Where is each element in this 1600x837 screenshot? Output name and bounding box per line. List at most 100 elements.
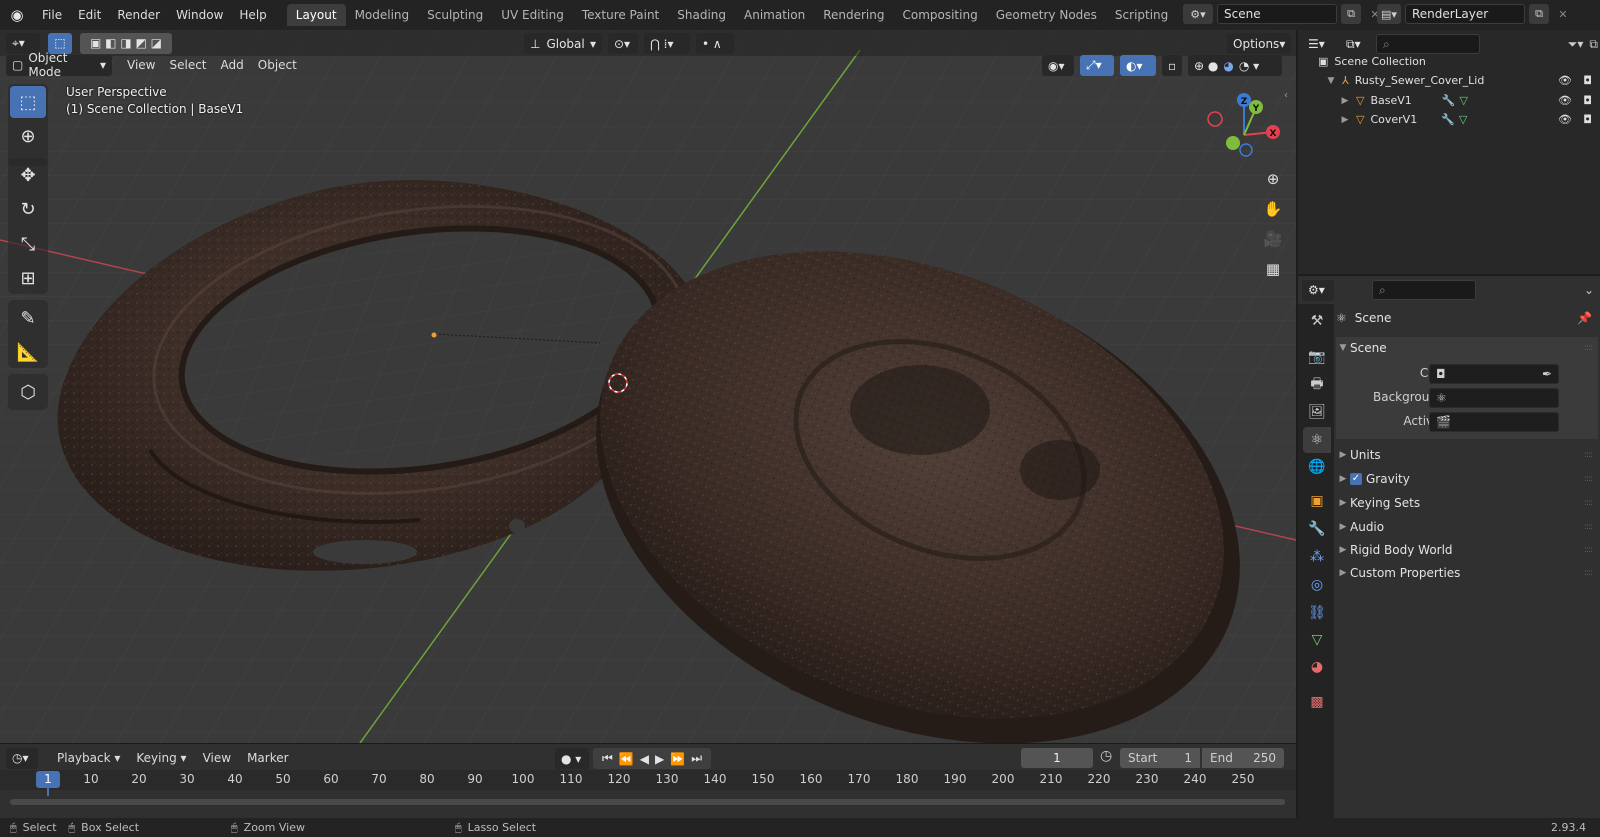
cursor-tool-icon[interactable]: ⊕ xyxy=(10,120,46,152)
view-layer-tab-icon[interactable]: 🖼 xyxy=(1303,399,1331,425)
new-view-layer-icon[interactable]: ⧉ xyxy=(1529,4,1549,24)
properties-search-input[interactable]: ⌕ xyxy=(1372,280,1476,300)
expand-arrow-icon[interactable]: ▼ xyxy=(1324,76,1338,86)
start-frame-field[interactable]: Start 1 xyxy=(1120,748,1200,768)
next-key-icon[interactable]: ⏩ xyxy=(670,752,685,766)
timeline-editor-type-icon[interactable]: ◷▾ xyxy=(6,747,38,769)
jump-start-icon[interactable]: ⏮ xyxy=(602,751,613,766)
constraints-tab-icon[interactable]: ⛓ xyxy=(1303,600,1331,626)
prev-key-icon[interactable]: ⏪ xyxy=(619,752,634,766)
xray-toggle-icon[interactable]: ▫ xyxy=(1162,55,1182,76)
panel-scene-header[interactable]: ▼ Scene :::: xyxy=(1336,337,1598,359)
mesh-data-icon[interactable]: ▽ xyxy=(1459,94,1467,107)
blender-logo-icon[interactable]: ◉ xyxy=(0,0,34,30)
scene-tab-icon[interactable]: ⚛ xyxy=(1303,427,1331,453)
transform-tool-icon[interactable]: ⊞ xyxy=(10,262,46,294)
jump-end-icon[interactable]: ⏭ xyxy=(691,751,702,766)
rotate-tool-icon[interactable]: ↻ xyxy=(10,193,46,225)
menu-file[interactable]: File xyxy=(34,0,70,30)
tab-geometry-nodes[interactable]: Geometry Nodes xyxy=(987,4,1106,26)
timeline-scrollbar[interactable] xyxy=(10,799,1285,805)
snap-icon[interactable]: ⋂ ⁞▾ xyxy=(644,33,690,54)
visibility-icon[interactable]: ◉▾ xyxy=(1042,55,1074,76)
use-preview-range-icon[interactable]: ◷ xyxy=(1100,748,1112,764)
timeline-menu-playback[interactable]: Playback ▾ xyxy=(50,751,127,765)
tab-sculpting[interactable]: Sculpting xyxy=(418,4,492,26)
tab-texture-paint[interactable]: Texture Paint xyxy=(573,4,668,26)
tab-shading[interactable]: Shading xyxy=(668,4,735,26)
annotate-tool-icon[interactable]: ✎ xyxy=(10,302,46,334)
expand-arrow-icon[interactable]: ▶ xyxy=(1338,115,1352,125)
zoom-view-icon[interactable]: ⊕ xyxy=(1260,166,1286,192)
modifier-tab-icon[interactable]: 🔧 xyxy=(1303,516,1331,542)
eye-icon[interactable]: 👁 xyxy=(1558,74,1572,87)
tab-scripting[interactable]: Scripting xyxy=(1106,4,1177,26)
mesh-data-icon[interactable]: ▽ xyxy=(1459,113,1467,126)
menu-help[interactable]: Help xyxy=(231,0,274,30)
timeline-menu-keying[interactable]: Keying ▾ xyxy=(129,751,193,765)
object-mode-dropdown[interactable]: ▢ Object Mode ▾ xyxy=(6,51,112,79)
camera-field[interactable]: ◘ ✒ xyxy=(1429,364,1559,384)
play-reverse-icon[interactable]: ◀ xyxy=(640,752,649,766)
tab-modeling[interactable]: Modeling xyxy=(346,4,419,26)
object-tab-icon[interactable]: ▣ xyxy=(1303,488,1331,514)
move-tool-icon[interactable]: ✥ xyxy=(10,159,46,191)
camera-render-icon[interactable]: ◘ xyxy=(1583,94,1592,107)
play-icon[interactable]: ▶ xyxy=(655,752,664,766)
add-cube-tool-icon[interactable]: ⬡ xyxy=(10,376,46,408)
current-frame-marker[interactable]: 1 xyxy=(36,771,60,788)
render-tab-icon[interactable]: 📷 xyxy=(1303,344,1331,370)
panel-rigid-body-world-header[interactable]: ▶ Rigid Body World:::: xyxy=(1336,539,1598,561)
outliner-search-input[interactable]: ⌕ xyxy=(1376,34,1480,54)
ortho-toggle-icon[interactable]: ▦ xyxy=(1260,256,1286,282)
camera-render-icon[interactable]: ◘ xyxy=(1583,74,1592,87)
transform-orientation-dropdown[interactable]: ⊥ Global ▾ xyxy=(524,33,602,54)
scene-browse-icon[interactable]: ⚙▾ xyxy=(1183,4,1213,24)
outliner-item-coverv1[interactable]: ▶ ▽ CoverV1 🔧 ▽ 👁 ◘ xyxy=(1338,110,1594,129)
menu-edit[interactable]: Edit xyxy=(70,0,109,30)
modifier-wrench-icon[interactable]: 🔧 xyxy=(1442,94,1456,107)
viewport-menu-object[interactable]: Object xyxy=(251,58,304,72)
pivot-point-icon[interactable]: ⊙▾ xyxy=(608,33,638,54)
world-tab-icon[interactable]: 🌐 xyxy=(1303,454,1331,480)
scene-name-field[interactable]: Scene xyxy=(1217,4,1337,24)
camera-view-icon[interactable]: 🎥 xyxy=(1260,226,1286,252)
tab-compositing[interactable]: Compositing xyxy=(893,4,986,26)
menu-render[interactable]: Render xyxy=(109,0,168,30)
tab-layout[interactable]: Layout xyxy=(286,4,346,26)
eye-icon[interactable]: 👁 xyxy=(1558,94,1572,107)
options-dropdown[interactable]: Options ▾ xyxy=(1227,33,1291,54)
shading-mode-icons[interactable]: ⊕ ● ◕ ◔ ▾ xyxy=(1188,55,1282,76)
scale-tool-icon[interactable]: ⤡ xyxy=(10,228,46,260)
current-frame-field[interactable]: 1 xyxy=(1021,748,1093,768)
viewport-menu-select[interactable]: Select xyxy=(162,58,213,72)
menu-window[interactable]: Window xyxy=(168,0,231,30)
pan-view-icon[interactable]: ✋ xyxy=(1260,196,1286,222)
eye-icon[interactable]: 👁 xyxy=(1558,113,1572,126)
outliner-scene-collection[interactable]: ▣ Scene Collection xyxy=(1318,52,1426,71)
measure-tool-icon[interactable]: 📐 xyxy=(10,336,46,368)
panel-units-header[interactable]: ▶ Units:::: xyxy=(1336,444,1598,466)
background-scene-field[interactable]: ⚛ xyxy=(1429,388,1559,408)
viewport-menu-view[interactable]: View xyxy=(120,58,162,72)
view-layer-browse-icon[interactable]: ▤▾ xyxy=(1377,4,1401,24)
eyedropper-icon[interactable]: ✒ xyxy=(1542,367,1552,381)
auto-keying-icon[interactable]: ● ▾ xyxy=(555,748,589,769)
particles-tab-icon[interactable]: ⁂ xyxy=(1303,544,1331,570)
properties-editor-type-icon[interactable]: ⚙▾ xyxy=(1302,279,1334,301)
select-box-tool-icon[interactable]: ⬚ xyxy=(10,86,46,118)
panel-audio-header[interactable]: ▶ Audio:::: xyxy=(1336,516,1598,538)
texture-tab-icon[interactable]: ▩ xyxy=(1303,689,1331,715)
sidebar-toggle-icon[interactable]: ‹ xyxy=(1284,90,1288,101)
gravity-checkbox[interactable]: ✓ xyxy=(1350,473,1362,485)
3d-viewport[interactable]: Z Y X ⌖▾ ⬚ ▣ ◧ ◨ ◩ ◪ ⊥ Global ▾ ⊙▾ ⋂ ⁞▾ • … xyxy=(0,30,1296,743)
physics-tab-icon[interactable]: ◎ xyxy=(1303,572,1331,598)
material-tab-icon[interactable]: ◕ xyxy=(1303,654,1331,680)
timeline-menu-marker[interactable]: Marker xyxy=(240,751,295,765)
overlay-toggle-icon[interactable]: ◐▾ xyxy=(1120,55,1156,76)
viewport-canvas[interactable]: Z Y X xyxy=(0,30,1296,743)
expand-arrow-icon[interactable]: ▶ xyxy=(1338,96,1352,106)
view-layer-name-field[interactable]: RenderLayer xyxy=(1405,4,1525,24)
transport-buttons[interactable]: ⏮ ⏪ ◀ ▶ ⏩ ⏭ xyxy=(593,748,711,769)
proportional-edit-icon[interactable]: • ∧ xyxy=(696,33,734,54)
